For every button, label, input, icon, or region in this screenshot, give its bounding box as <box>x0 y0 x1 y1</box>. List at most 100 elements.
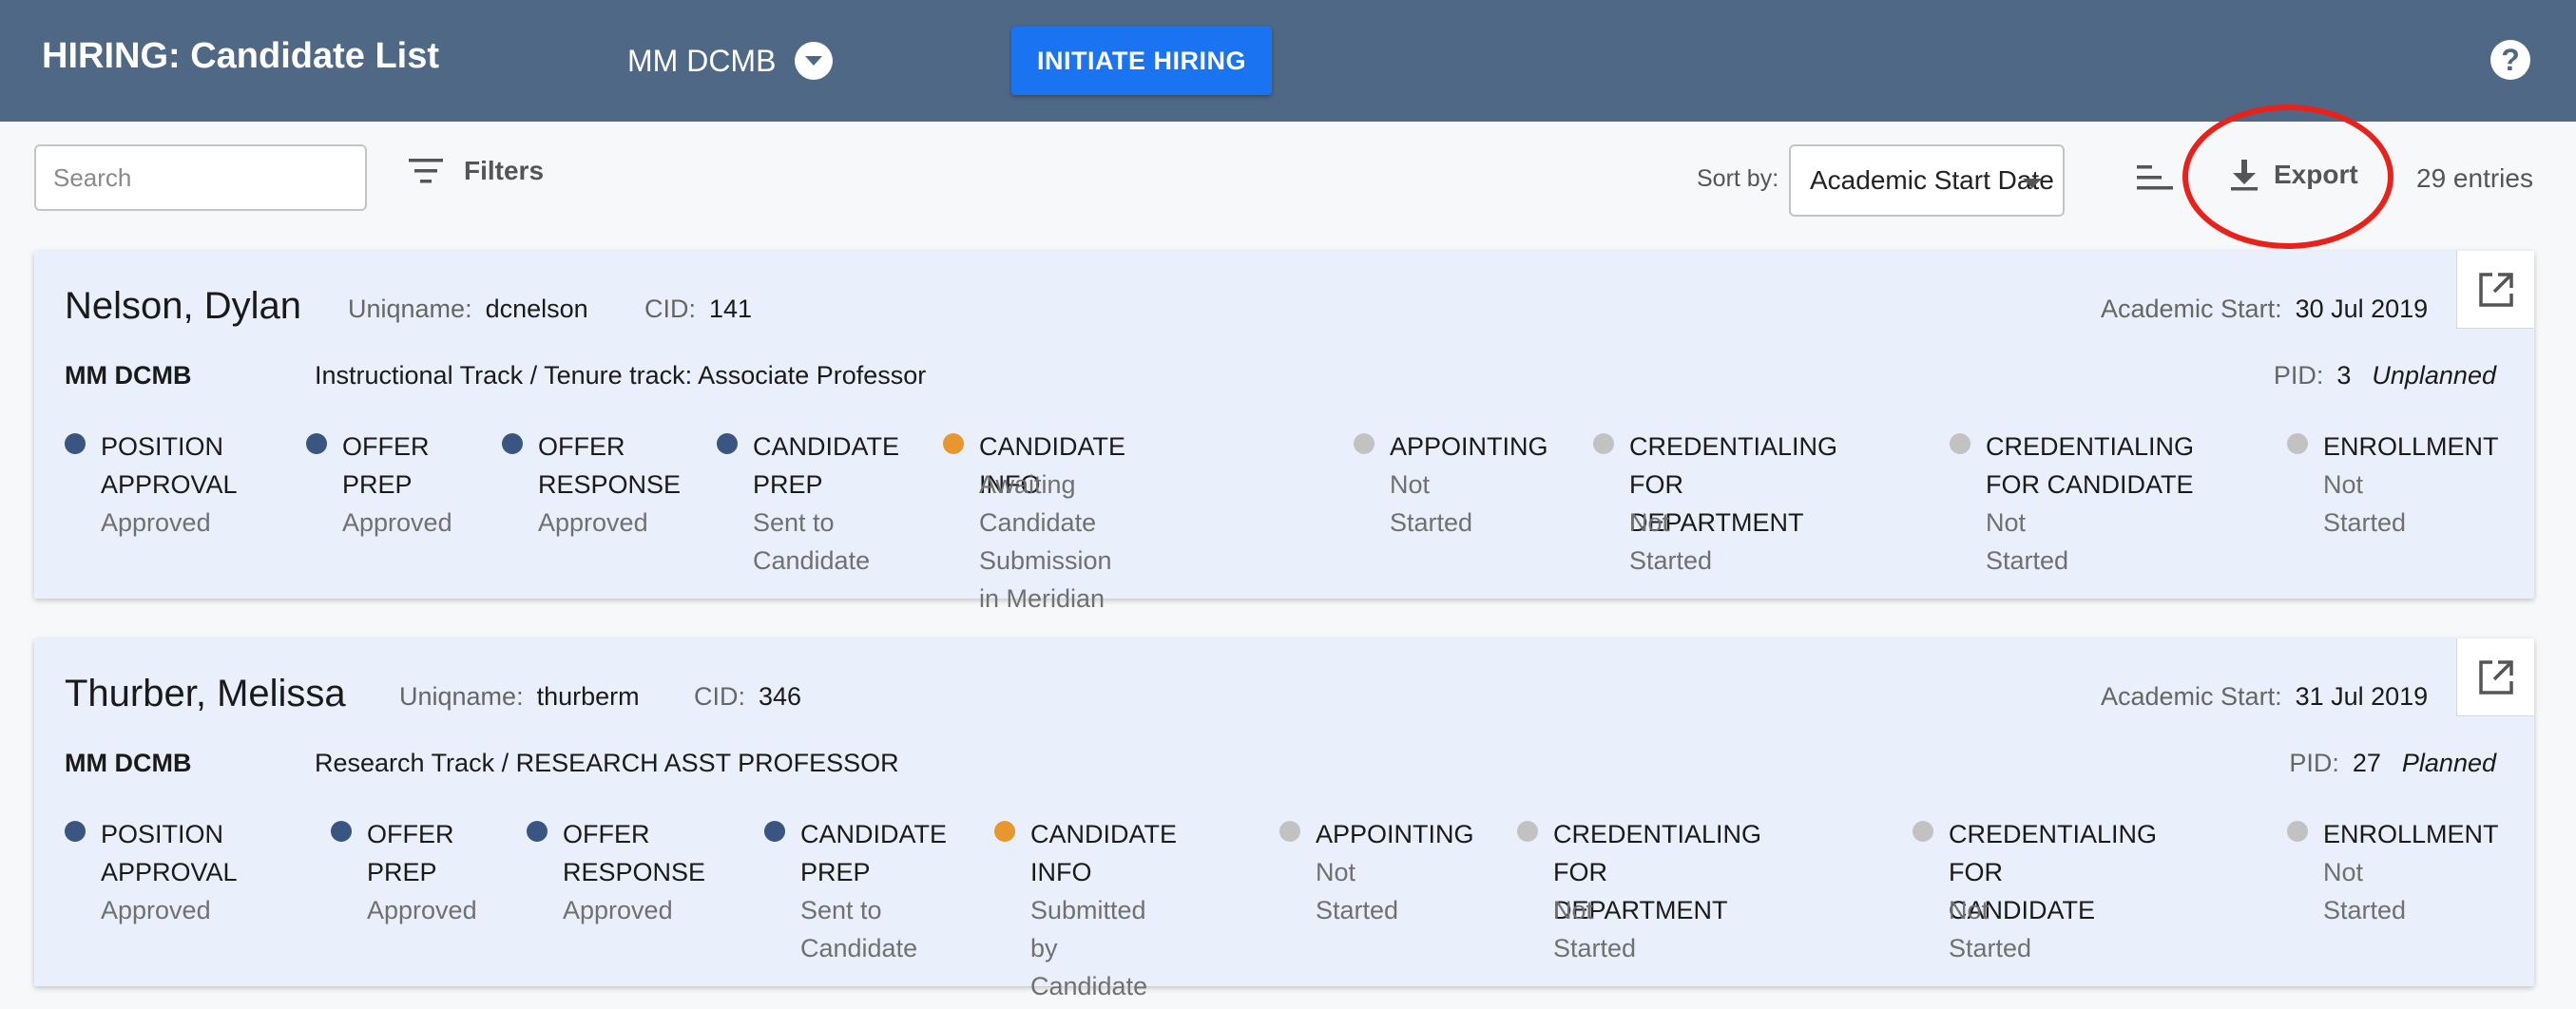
pid-value: 27 <box>2352 749 2381 777</box>
step-name: APPOINTING <box>1316 820 1474 848</box>
academic-start-label: Academic Start: <box>2101 295 2282 323</box>
filters-label: Filters <box>464 156 545 185</box>
step-status: Not Started <box>1986 508 2069 575</box>
step-name: ENROLLMENT <box>2323 820 2499 848</box>
uniqname: Uniqname: dcnelson <box>348 295 588 324</box>
step-status: Submitted by Candidate <box>1030 896 1148 1000</box>
step-status: Approved <box>101 508 211 537</box>
candidate-name[interactable]: Thurber, Melissa <box>65 673 346 715</box>
sort-label: Sort by: <box>1697 165 1779 192</box>
academic-start-value: 31 Jul 2019 <box>2295 682 2429 711</box>
status-dot <box>1593 433 1614 454</box>
open-details-button[interactable] <box>2456 251 2534 329</box>
cid: CID: 141 <box>644 295 752 324</box>
step-name: CANDIDATE INFO <box>1030 820 1178 886</box>
step-status: Approved <box>342 508 452 537</box>
status-dot <box>1950 433 1970 454</box>
status-dot <box>331 821 352 842</box>
step-name: CANDIDATE PREP <box>753 432 900 499</box>
uniqname-value: thurberm <box>536 682 640 711</box>
step-status: Approved <box>101 896 211 924</box>
step-status: Not Started <box>1629 508 1713 575</box>
candidate-name[interactable]: Nelson, Dylan <box>65 285 301 328</box>
academic-start-value: 30 Jul 2019 <box>2295 295 2429 323</box>
candidate-card: Nelson, Dylan Uniqname: dcnelson CID: 141 … <box>34 251 2534 613</box>
step-status: Approved <box>367 896 477 924</box>
step-name: OFFER RESPONSE <box>563 820 706 886</box>
candidate-department: MM DCMB <box>65 361 192 390</box>
cid-label: CID: <box>644 295 696 323</box>
sort-direction-button[interactable] <box>2135 163 2175 197</box>
open-in-new-icon <box>2478 272 2513 307</box>
academic-start: Academic Start: 30 Jul 2019 <box>2101 295 2428 324</box>
page-title: HIRING: Candidate List <box>42 36 440 76</box>
step-name: APPOINTING <box>1390 432 1548 461</box>
status-dot <box>1913 821 1933 842</box>
step-name: CANDIDATE PREP <box>800 820 948 886</box>
step-name: CREDENTIALING FOR CANDIDATE <box>1986 432 2195 499</box>
status-dot <box>764 821 785 842</box>
chevron-down-icon <box>2023 179 2042 188</box>
sort-order-icon <box>2137 165 2173 190</box>
sort-select[interactable]: Academic Start Date <box>1789 144 2065 217</box>
pid: PID: 3 Unplanned <box>2274 361 2496 390</box>
uniqname-label: Uniqname: <box>348 295 472 323</box>
step-name: POSITION APPROVAL <box>101 820 238 886</box>
export-label: Export <box>2274 160 2358 189</box>
step-name: POSITION APPROVAL <box>101 432 238 499</box>
open-details-button[interactable] <box>2456 638 2534 716</box>
status-dot <box>2287 821 2308 842</box>
status-dot <box>1517 821 1538 842</box>
step-name: OFFER PREP <box>342 432 430 499</box>
status-dot <box>943 433 964 454</box>
cid: CID: 346 <box>694 682 801 712</box>
step-status: Not Started <box>1553 896 1637 962</box>
department-selector[interactable]: MM DCMB <box>627 42 834 80</box>
filter-icon <box>409 159 443 183</box>
plan-status: Unplanned <box>2372 361 2496 390</box>
candidate-track: Instructional Track / Tenure track: Asso… <box>315 361 927 390</box>
status-dot <box>1354 433 1375 454</box>
status-dot <box>306 433 327 454</box>
step-status: Not Started <box>1390 470 1473 537</box>
pid: PID: 27 Planned <box>2289 749 2496 778</box>
academic-start: Academic Start: 31 Jul 2019 <box>2101 682 2428 712</box>
chevron-down-icon <box>795 42 834 80</box>
uniqname-value: dcnelson <box>485 295 588 323</box>
step-status: Not Started <box>1316 858 1399 924</box>
step-status: Sent to Candidate <box>753 508 871 575</box>
initiate-hiring-button[interactable]: INITIATE HIRING <box>1011 27 1272 95</box>
cid-value: 346 <box>759 682 802 711</box>
candidate-card: Thurber, Melissa Uniqname: thurberm CID: 3… <box>34 638 2534 1000</box>
help-icon[interactable]: ? <box>2490 40 2530 80</box>
status-dot <box>717 433 738 454</box>
uniqname-label: Uniqname: <box>399 682 524 711</box>
plan-status: Planned <box>2401 749 2496 777</box>
status-dot <box>994 821 1015 842</box>
status-dot <box>502 433 523 454</box>
step-name: OFFER RESPONSE <box>538 432 682 499</box>
status-dot <box>1279 821 1300 842</box>
uniqname: Uniqname: thurberm <box>399 682 640 712</box>
open-in-new-icon <box>2478 659 2513 695</box>
step-status: Not Started <box>1949 896 2032 962</box>
step-status: Not Started <box>2323 470 2407 537</box>
status-dot <box>2287 433 2308 454</box>
step-name: OFFER PREP <box>367 820 454 886</box>
step-status: Approved <box>538 508 648 537</box>
filters-button[interactable]: Filters <box>407 156 544 186</box>
app-header: HIRING: Candidate List MM DCMB INITIATE … <box>0 0 2576 122</box>
status-dot <box>527 821 548 842</box>
pid-label: PID: <box>2289 749 2339 777</box>
search-input[interactable] <box>34 144 367 211</box>
candidate-department: MM DCMB <box>65 749 192 777</box>
status-dot <box>65 433 86 454</box>
step-name: ENROLLMENT <box>2323 432 2499 461</box>
status-dot <box>65 821 86 842</box>
step-status: Not Started <box>2323 858 2407 924</box>
candidate-track: Research Track / RESEARCH ASST PROFESSOR <box>315 749 899 777</box>
export-button[interactable]: Export <box>2228 158 2358 192</box>
pid-value: 3 <box>2336 361 2352 390</box>
academic-start-label: Academic Start: <box>2101 682 2282 711</box>
department-label: MM DCMB <box>627 43 777 78</box>
